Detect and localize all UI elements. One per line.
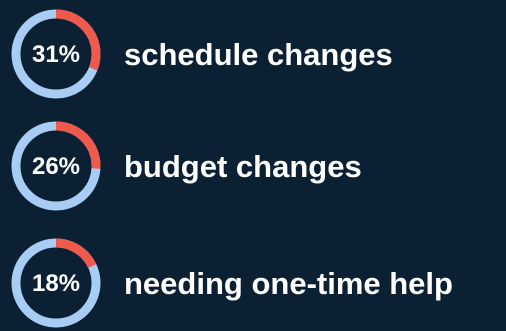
percent-value: 18% (32, 270, 80, 297)
stat-row: 31% schedule changes (11, 9, 393, 99)
percent-value: 31% (32, 41, 80, 68)
stat-label: budget changes (124, 149, 362, 184)
stat-label: schedule changes (124, 37, 393, 72)
percent-value: 26% (32, 153, 80, 180)
stat-row: 18% needing one-time help (11, 238, 453, 328)
stat-label: needing one-time help (124, 266, 453, 301)
donut-stat-list: 31% schedule changes 26% budget changes 18% n… (11, 9, 453, 328)
stat-row: 26% budget changes (11, 121, 362, 211)
